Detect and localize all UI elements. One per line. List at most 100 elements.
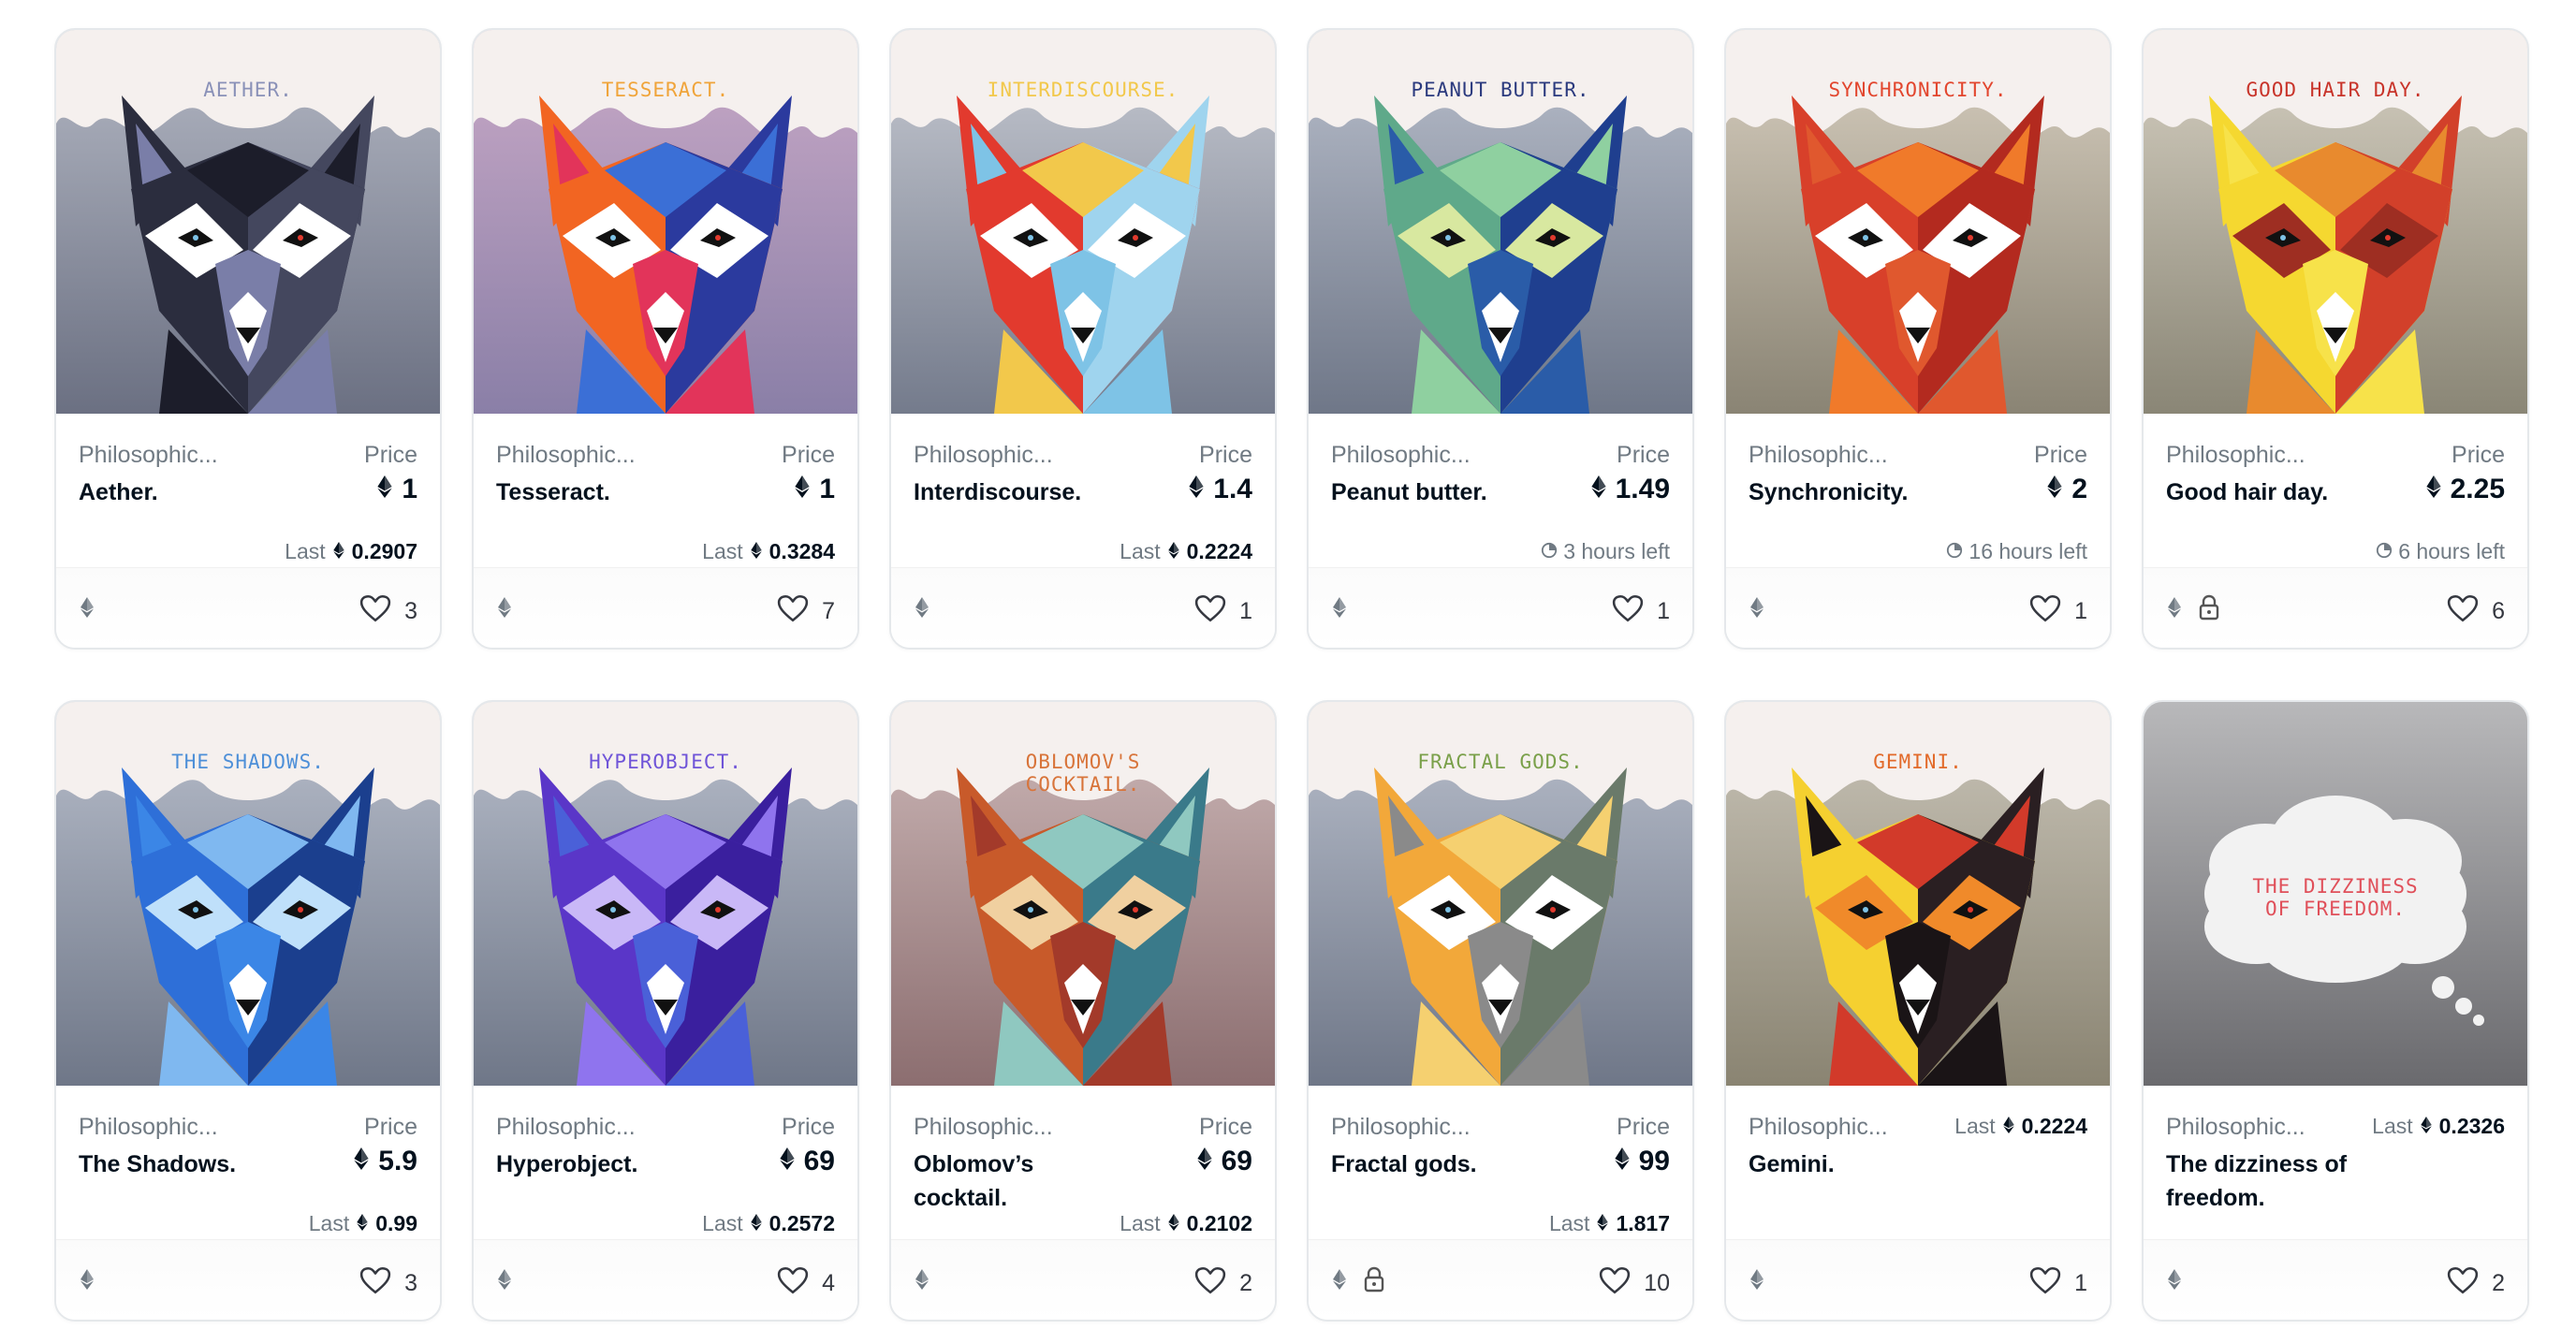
artwork-caption: AETHER. (203, 79, 293, 101)
collection-name[interactable]: Philosophic... (1749, 1114, 1888, 1141)
nft-artwork-image[interactable]: INTERDISCOURSE. (891, 30, 1275, 414)
favorite-button[interactable]: 1 (1194, 594, 1252, 629)
price-label: Price (1199, 1114, 1252, 1140)
last-sale: Last 0.2326 (2372, 1114, 2505, 1139)
collection-name[interactable]: Philosophic... (2166, 442, 2305, 469)
nft-card[interactable]: AETHER. Philosophic... Aether. Price 1 Last 0.… (54, 28, 442, 650)
favorite-button[interactable]: 1 (2029, 594, 2087, 629)
nft-artwork-image[interactable]: GOOD HAIR DAY. (2144, 30, 2527, 414)
like-count: 6 (2492, 598, 2505, 624)
favorite-button[interactable]: 1 (2029, 1266, 2087, 1301)
price-value: 2 (2047, 474, 2087, 505)
price-amount: 1.49 (1615, 474, 1670, 504)
nft-name[interactable]: Synchronicity. (1749, 475, 1964, 509)
eth-icon (2420, 1114, 2432, 1139)
nft-artwork-image[interactable]: SYNCHRONICITY. (1726, 30, 2110, 414)
nft-artwork-image[interactable]: FRACTAL GODS. (1309, 702, 1692, 1086)
collection-name[interactable]: Philosophic... (79, 1114, 218, 1141)
last-sale: Last 1.817 (1549, 1211, 1670, 1236)
eth-icon (357, 1211, 368, 1236)
nft-card[interactable]: GOOD HAIR DAY. Philosophic... Good hair da… (2142, 28, 2529, 650)
last-label: Last (1120, 1211, 1161, 1235)
price-label: Price (364, 1114, 417, 1140)
last-sale: Last 0.3284 (702, 539, 835, 564)
nft-name[interactable]: Interdiscourse. (914, 475, 1129, 509)
nft-card[interactable]: HYPEROBJECT. Philosophic... Hyperobject. Pr… (472, 700, 859, 1322)
eth-icon (1167, 539, 1179, 564)
price-amount: 1 (819, 474, 835, 504)
nft-artwork-image[interactable]: GEMINI. (1726, 702, 2110, 1086)
heart-icon (1599, 1266, 1631, 1301)
collection-name[interactable]: Philosophic... (1331, 1114, 1471, 1141)
favorite-button[interactable]: 10 (1599, 1266, 1670, 1301)
last-price: 0.99 (375, 1211, 417, 1235)
nft-card[interactable]: GEMINI. Philosophic... Gemini. Last 0.2224 1 (1724, 700, 2112, 1322)
last-price: 0.2326 (2438, 1114, 2505, 1138)
card-footer: 1 (1309, 567, 1692, 648)
eth-icon (1196, 1146, 1212, 1177)
price-label: Price (364, 442, 417, 468)
nft-name[interactable]: Fractal gods. (1331, 1147, 1546, 1181)
collection-name[interactable]: Philosophic... (79, 442, 218, 469)
nft-card[interactable]: SYNCHRONICITY. Philosophic... Synchronicit… (1724, 28, 2112, 650)
nft-name[interactable]: The dizziness of freedom. (2166, 1147, 2381, 1215)
nft-name[interactable]: Tesseract. (496, 475, 711, 509)
nft-card[interactable]: THE SHADOWS. Philosophic... The Shadows. Pr… (54, 700, 442, 1322)
nft-name[interactable]: Peanut butter. (1331, 475, 1546, 509)
favorite-button[interactable]: 2 (2447, 1266, 2505, 1301)
favorite-button[interactable]: 3 (359, 594, 417, 629)
card-footer: 6 (2144, 567, 2527, 648)
nft-card[interactable]: PEANUT BUTTER. Philosophic... Peanut butte… (1307, 28, 1694, 650)
nft-name[interactable]: Oblomov’s cocktail. (914, 1147, 1129, 1215)
nft-artwork-image[interactable]: HYPEROBJECT. (474, 702, 857, 1086)
eth-icon (750, 1211, 762, 1236)
price-amount: 69 (1221, 1146, 1252, 1176)
price-amount: 1 (402, 474, 417, 504)
last-label: Last (1954, 1114, 1996, 1138)
nft-card[interactable]: OBLOMOV'S COCKTAIL. Philosophic... Oblomov… (889, 700, 1277, 1322)
favorite-button[interactable]: 3 (359, 1266, 417, 1301)
artwork-caption: THE DIZZINESS OF FREEDOM. (2252, 875, 2419, 920)
favorite-button[interactable]: 6 (2447, 594, 2505, 629)
card-info: Philosophic... The dizziness of freedom. L… (2144, 1086, 2527, 1241)
card-info: Philosophic... Tesseract. Price 1 Last 0.3284 (474, 414, 857, 569)
artwork-caption: FRACTAL GODS. (1417, 751, 1584, 773)
nft-artwork-image[interactable]: THE DIZZINESS OF FREEDOM. (2144, 702, 2527, 1086)
favorite-button[interactable]: 7 (777, 594, 835, 629)
collection-name[interactable]: Philosophic... (496, 442, 636, 469)
ethereum-chain-icon (80, 1268, 94, 1295)
nft-name[interactable]: The Shadows. (79, 1147, 294, 1181)
collection-name[interactable]: Philosophic... (496, 1114, 636, 1141)
nft-artwork-image[interactable]: OBLOMOV'S COCKTAIL. (891, 702, 1275, 1086)
collection-name[interactable]: Philosophic... (1749, 442, 1888, 469)
nft-card[interactable]: FRACTAL GODS. Philosophic... Fractal gods.… (1307, 700, 1694, 1322)
price-label: Price (2452, 442, 2505, 468)
collection-name[interactable]: Philosophic... (2166, 1114, 2305, 1141)
heart-icon (2447, 594, 2479, 629)
clock-icon (1946, 539, 1963, 564)
favorite-button[interactable]: 2 (1194, 1266, 1252, 1301)
nft-artwork-image[interactable]: PEANUT BUTTER. (1309, 30, 1692, 414)
like-count: 7 (822, 598, 835, 624)
collection-name[interactable]: Philosophic... (1331, 442, 1471, 469)
collection-name[interactable]: Philosophic... (914, 1114, 1053, 1141)
nft-name[interactable]: Good hair day. (2166, 475, 2381, 509)
nft-card[interactable]: INTERDISCOURSE. Philosophic... Interdiscou… (889, 28, 1277, 650)
auction-time-left: 3 hours left (1541, 539, 1670, 564)
last-price: 0.3284 (768, 539, 835, 563)
price-value: 1.49 (1590, 474, 1670, 505)
favorite-button[interactable]: 4 (777, 1266, 835, 1301)
nft-name[interactable]: Aether. (79, 475, 294, 509)
favorite-button[interactable]: 1 (1612, 594, 1670, 629)
card-footer: 2 (891, 1239, 1275, 1320)
nft-name[interactable]: Gemini. (1749, 1147, 1964, 1181)
last-sale: Last 0.2224 (1954, 1114, 2087, 1139)
nft-artwork-image[interactable]: THE SHADOWS. (56, 702, 440, 1086)
nft-artwork-image[interactable]: AETHER. (56, 30, 440, 414)
nft-name[interactable]: Hyperobject. (496, 1147, 711, 1181)
nft-card[interactable]: THE DIZZINESS OF FREEDOM. Philosophic... T… (2142, 700, 2529, 1322)
nft-card[interactable]: TESSERACT. Philosophic... Tesseract. Price 1… (472, 28, 859, 650)
nft-artwork-image[interactable]: TESSERACT. (474, 30, 857, 414)
like-count: 10 (1644, 1270, 1670, 1296)
collection-name[interactable]: Philosophic... (914, 442, 1053, 469)
